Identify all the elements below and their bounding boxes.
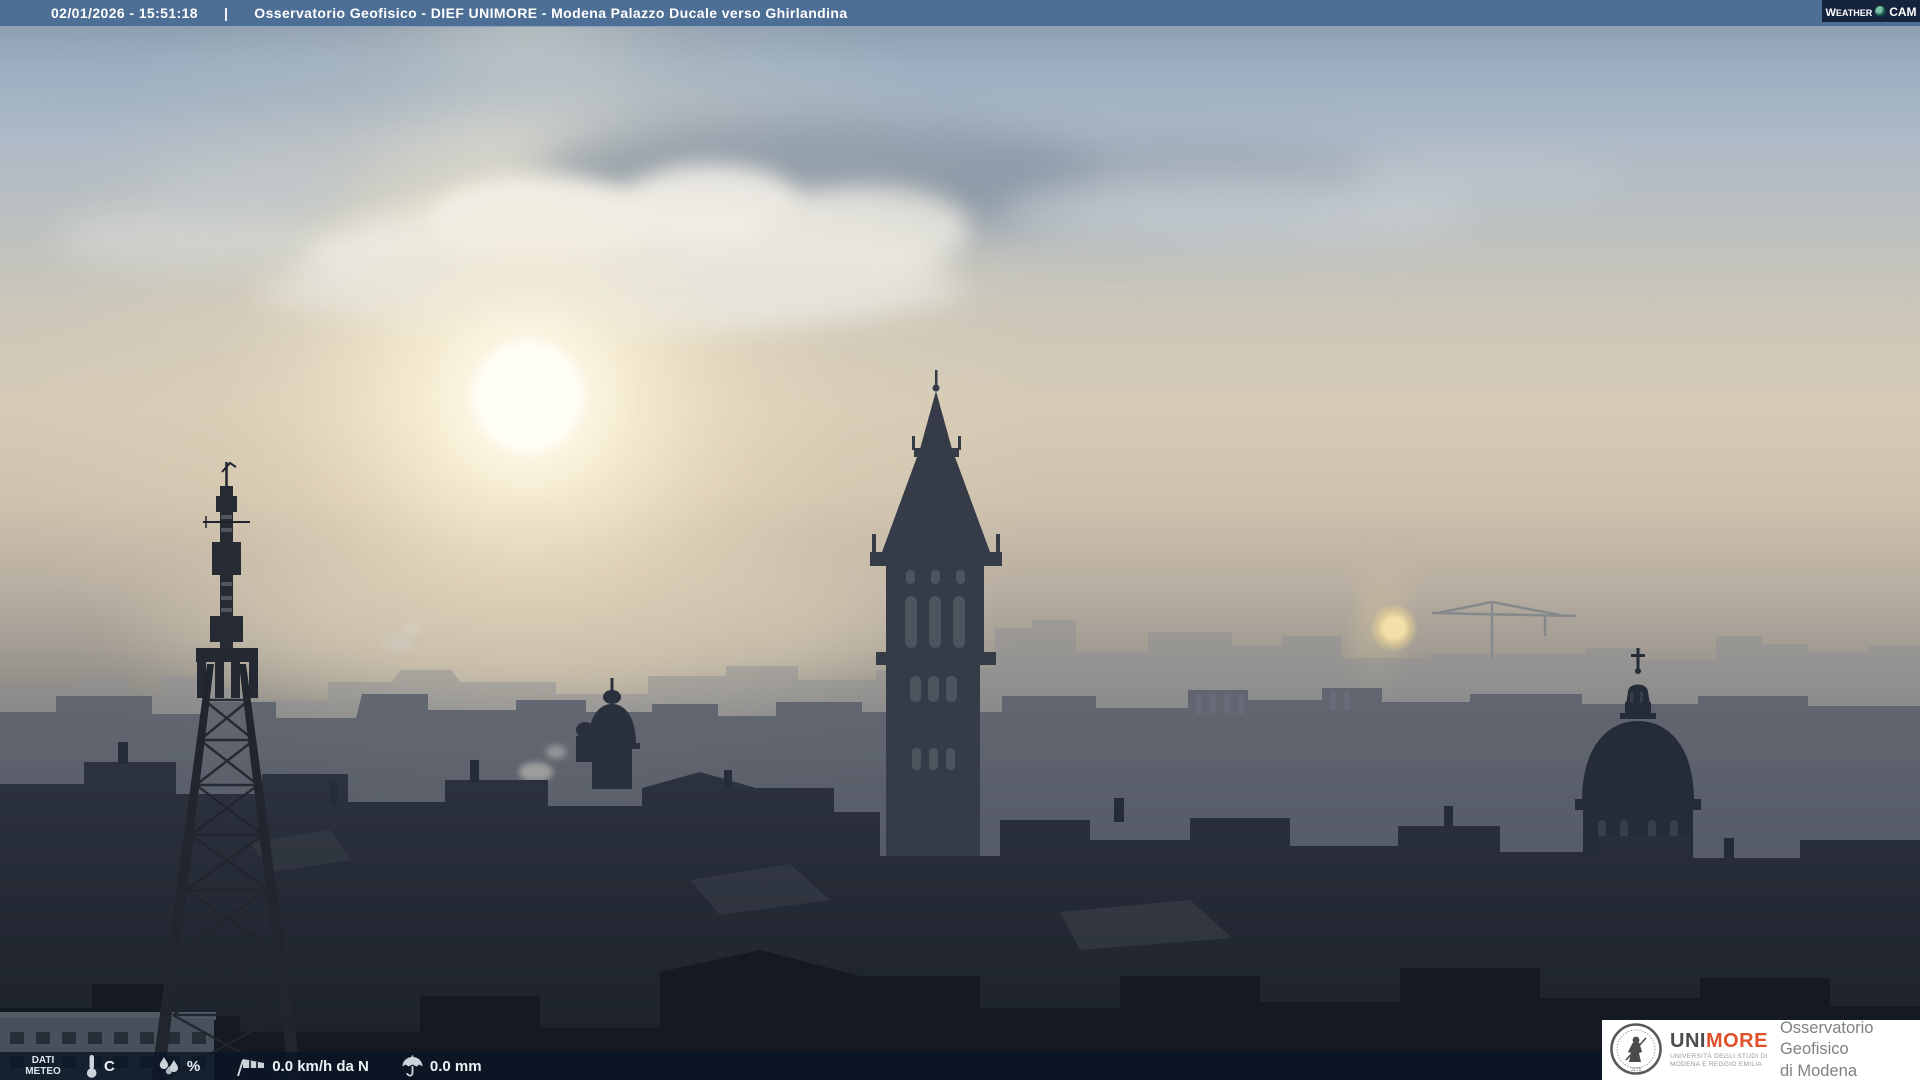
dati-meteo-label: DATI METEO	[25, 1054, 61, 1078]
humidity-value: %	[186, 1057, 201, 1075]
header-bar: 02/01/2026 - 15:51:18 | Osservatorio Geo…	[0, 0, 1920, 27]
wind-value: 0.0 km/h da N	[272, 1057, 369, 1075]
windsock-icon	[234, 1055, 266, 1077]
university-subtitle: UNIVERSITÀ DEGLI STUDI DI MODENA E REGGI…	[1670, 1052, 1768, 1068]
weathercam-word1: Weather	[1825, 2, 1873, 20]
webcam-image	[0, 0, 1920, 1080]
datetime-label: 02/01/2026 - 15:51:18	[51, 5, 198, 21]
weathercam-word2: Cam	[1889, 1, 1917, 20]
unimore-wordmark: UNIMORE UNIVERSITÀ DEGLI STUDI DI MODENA…	[1670, 1031, 1768, 1069]
globe-icon	[1875, 5, 1887, 17]
construction-crane	[1431, 600, 1577, 658]
svg-text:1175: 1175	[1631, 1067, 1642, 1073]
humidity-icon	[157, 1055, 183, 1077]
observatory-name: Osservatorio Geofisico di Modena	[1779, 1019, 1874, 1080]
city-silhouette	[0, 370, 1920, 1080]
unimore-uni: UNI	[1670, 1029, 1706, 1052]
umbrella-icon	[401, 1055, 424, 1078]
unimore-logo-box: 1175 UNIMORE UNIVERSITÀ DEGLI STUDI DI M…	[1602, 1019, 1920, 1080]
precipitation-value: 0.0 mm	[429, 1057, 482, 1075]
unimore-crest-icon: 1175	[1610, 1023, 1662, 1075]
temperature-value: C	[104, 1057, 115, 1075]
webcam-page: 02/01/2026 - 15:51:18 | Osservatorio Geo…	[0, 0, 1920, 1080]
separator: |	[223, 5, 229, 21]
unimore-more: MORE	[1705, 1029, 1768, 1052]
weathercam-logo: Weather Cam	[1822, 0, 1920, 22]
page-title: Osservatorio Geofisico - DIEF UNIMORE - …	[254, 5, 848, 21]
thermometer-icon	[84, 1054, 99, 1079]
